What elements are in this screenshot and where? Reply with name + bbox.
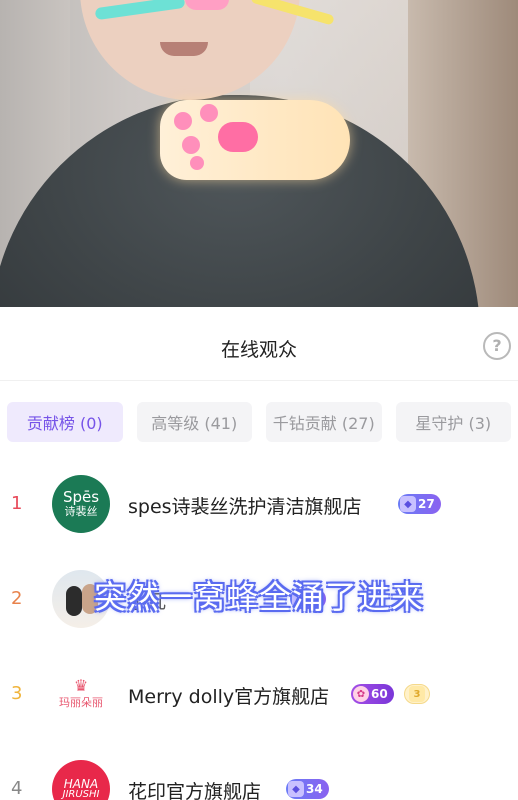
viewer-tabs: 贡献榜 (0) 高等级 (41) 千钻贡献 (27) 星守护 (3) <box>7 402 511 442</box>
level-badge: ◆ 34 <box>286 779 329 799</box>
gem-icon: ◆ <box>288 781 304 797</box>
rank-number: 3 <box>11 683 23 704</box>
tab-high-level[interactable]: 高等级 (41) <box>136 402 252 442</box>
face-sticker-pink <box>185 0 229 10</box>
divider <box>0 380 518 381</box>
level-badge: ◆ 27 <box>398 494 441 514</box>
question-circle-icon[interactable]: ? <box>483 332 511 360</box>
online-viewers-panel: 在线观众 ? 贡献榜 (0) 高等级 (41) 千钻贡献 (27) 星守护 (3… <box>0 307 518 800</box>
fan-badge: 3 <box>404 684 430 704</box>
rank-number: 1 <box>11 493 23 514</box>
heart-icon: 3 <box>409 686 425 702</box>
list-item[interactable]: 3 ♛ 玛丽朵丽 Merry dolly官方旗舰店 ✿ 60 3 <box>0 657 518 737</box>
viewer-name: spes诗裴丝洗护清洁旗舰店 <box>128 496 362 518</box>
live-video-feed[interactable] <box>0 0 518 307</box>
avatar[interactable]: HANA JIRUSHI <box>52 760 110 800</box>
avatar[interactable]: Spēs 诗裴丝 <box>52 475 110 533</box>
flower-icon: ✿ <box>353 686 369 702</box>
tab-star-guardian[interactable]: 星守护 (3) <box>395 402 511 442</box>
list-item[interactable]: 4 HANA JIRUSHI 花印官方旗舰店 ◆ 34 <box>0 752 518 800</box>
tab-thousand-diamond[interactable]: 千钻贡献 (27) <box>266 402 382 442</box>
avatar[interactable]: ♛ 玛丽朵丽 <box>52 665 110 723</box>
tab-contribution[interactable]: 贡献榜 (0) <box>7 402 123 442</box>
level-badge: ✿ 60 <box>351 684 394 704</box>
list-item[interactable]: 1 Spēs 诗裴丝 spes诗裴丝洗护清洁旗舰店 ◆ 27 <box>0 467 518 547</box>
cat-paw-sticker <box>160 100 350 180</box>
rank-number: 4 <box>11 778 23 799</box>
streamer-mouth <box>160 42 208 56</box>
viewer-name: Merry dolly官方旗舰店 <box>128 686 330 708</box>
video-caption: 突然一窝蜂全涌了进来 <box>93 578 424 616</box>
crown-icon: ♛ <box>73 676 89 695</box>
panel-title: 在线观众 <box>220 339 297 361</box>
viewer-name: 花印官方旗舰店 <box>128 781 262 800</box>
gem-icon: ◆ <box>400 496 416 512</box>
